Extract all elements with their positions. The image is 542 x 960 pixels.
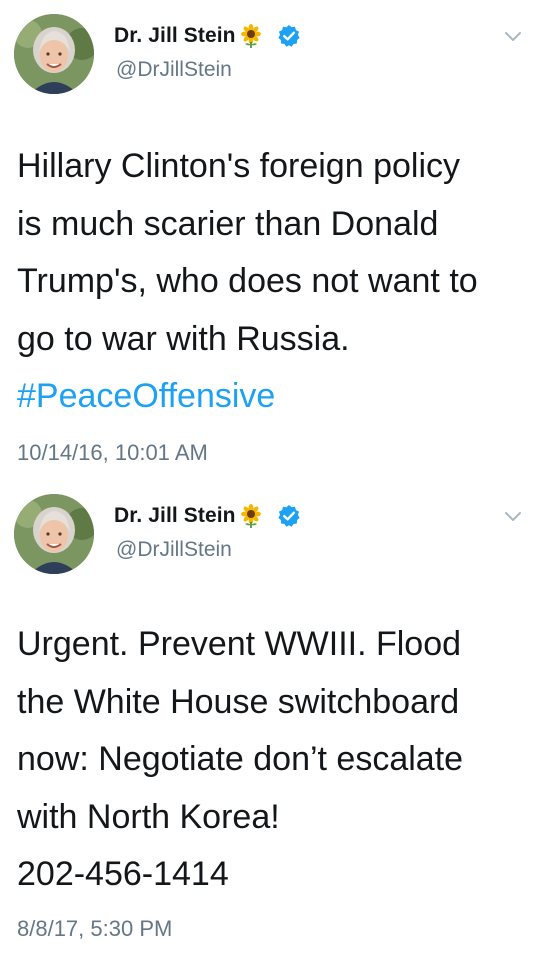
- avatar[interactable]: [14, 14, 94, 94]
- verified-badge-icon: [278, 505, 300, 527]
- tweet-text: Urgent. Prevent WWIII. Flood the White H…: [17, 616, 532, 904]
- phone-number-link[interactable]: 202-456-1414: [17, 846, 532, 904]
- tweet-text-line: Hillary Clinton's foreign policy: [17, 147, 460, 185]
- tweet-text-line: go to war with Russia.: [17, 319, 350, 358]
- sunflower-icon: [240, 504, 261, 528]
- tweet-text-line: Trump's, who does not want to: [17, 262, 478, 300]
- tweet-text-line: the White House switchboard: [17, 682, 460, 721]
- verified-badge-icon: [278, 25, 300, 47]
- tweet-text-line: is much scarier than Donald: [17, 204, 439, 243]
- handle[interactable]: @DrJillStein: [116, 538, 232, 562]
- author-name-row[interactable]: Dr. Jill Stein: [114, 22, 301, 50]
- tweet-text-line: now: Negotiate don’t escalate: [17, 740, 464, 778]
- tweet[interactable]: Dr. Jill Stein @DrJillStein: [0, 480, 542, 960]
- chevron-down-icon[interactable]: [504, 30, 522, 42]
- hashtag-link[interactable]: #PeaceOffensive: [17, 368, 532, 426]
- timestamp[interactable]: 10/14/16, 10:01 AM: [17, 440, 208, 466]
- timestamp[interactable]: 8/8/17, 5:30 PM: [17, 916, 172, 942]
- tweet[interactable]: Dr. Jill Stein @DrJillStein: [0, 0, 542, 480]
- chevron-down-icon[interactable]: [504, 510, 522, 522]
- avatar-image: [14, 14, 94, 94]
- tweet-text-line: with North Korea!: [17, 797, 280, 836]
- avatar[interactable]: [14, 494, 94, 574]
- handle[interactable]: @DrJillStein: [116, 58, 232, 82]
- tweet-text-line: Urgent. Prevent WWIII. Flood: [17, 625, 462, 663]
- display-name[interactable]: Dr. Jill Stein: [114, 504, 236, 528]
- author-name-row[interactable]: Dr. Jill Stein: [114, 502, 301, 530]
- avatar-image: [14, 494, 94, 574]
- tweet-text: Hillary Clinton's foreign policy is much…: [17, 138, 532, 426]
- sunflower-icon: [240, 24, 261, 48]
- display-name[interactable]: Dr. Jill Stein: [114, 24, 236, 48]
